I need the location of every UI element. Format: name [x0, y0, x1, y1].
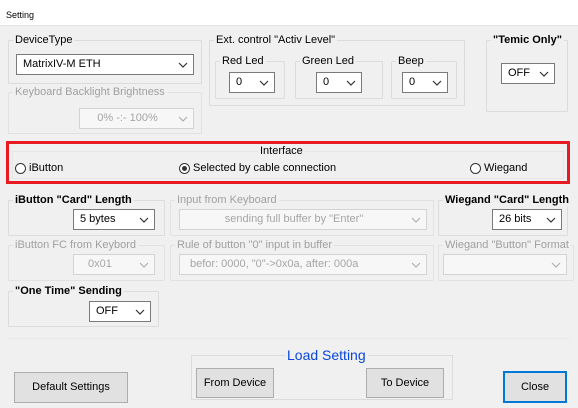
temic-select[interactable]: OFF — [501, 63, 555, 84]
input-keyboard-select[interactable]: sending full buffer by "Enter" — [179, 209, 427, 230]
ibutton-fc-label: iButton FC from Keybord — [13, 239, 139, 252]
wiegand-format-label: Wiegand "Button" Format — [443, 239, 571, 252]
green-led-select[interactable]: 0 — [316, 72, 362, 93]
load-setting-label: Load Setting — [285, 347, 368, 363]
beep-value: 0 — [409, 76, 416, 88]
chevron-down-icon — [134, 302, 146, 321]
chevron-down-icon — [550, 255, 562, 274]
device-type-value: MatrixIV-M ETH — [23, 58, 101, 70]
wiegand-length-group: Wiegand "Card" Length 26 bits — [438, 194, 571, 236]
chevron-down-icon — [410, 255, 422, 274]
radio-wiegand[interactable]: Wiegand — [470, 162, 527, 174]
wiegand-length-value: 26 bits — [499, 213, 532, 225]
radio-cable-label: Selected by cable connection — [193, 162, 337, 174]
chevron-down-icon — [538, 64, 550, 83]
temic-label: "Temic Only" — [491, 34, 564, 47]
input-keyboard-group: Input from Keyboard sending full buffer … — [170, 194, 434, 236]
ibutton-length-label: iButton "Card" Length — [13, 194, 134, 207]
chevron-down-icon — [410, 210, 422, 229]
ibutton-length-select[interactable]: 5 bytes — [73, 209, 155, 230]
rule-zero-group: Rule of button "0" input in buffer befor… — [170, 239, 434, 281]
temic-group: "Temic Only" OFF — [486, 34, 568, 112]
wiegand-format-group: Wiegand "Button" Format — [438, 239, 574, 281]
ext-control-label: Ext. control "Activ Level" — [214, 34, 338, 47]
ibutton-length-value: 5 bytes — [80, 213, 116, 225]
green-led-value: 0 — [323, 76, 330, 88]
rule-zero-value: befor: 0000, "0"->0x0a, after: 000a — [190, 258, 359, 270]
default-settings-button[interactable]: Default Settings — [14, 372, 128, 403]
backlight-group: Keyboard Backlight Brightness 0% -:- 100… — [8, 86, 202, 134]
wiegand-format-select[interactable] — [443, 254, 567, 275]
from-device-button[interactable]: From Device — [196, 368, 274, 398]
chevron-down-icon — [177, 55, 189, 74]
temic-value: OFF — [508, 67, 530, 79]
chevron-down-icon — [431, 73, 443, 92]
window-title: Setting — [0, 0, 578, 26]
chevron-down-icon — [138, 210, 150, 229]
radio-circle — [15, 162, 26, 174]
one-time-select[interactable]: OFF — [89, 301, 151, 322]
device-type-label: DeviceType — [13, 34, 75, 47]
one-time-label: "One Time" Sending — [13, 285, 124, 298]
to-device-button[interactable]: To Device — [366, 368, 444, 398]
backlight-select[interactable]: 0% -:- 100% — [79, 108, 194, 129]
ext-control-group: Ext. control "Activ Level" Red Led 0 Gre… — [209, 34, 465, 106]
one-time-value: OFF — [96, 305, 118, 317]
close-label: Close — [520, 380, 550, 393]
ibutton-fc-group: iButton FC from Keybord 0x01 — [8, 239, 165, 281]
to-device-label: To Device — [380, 376, 430, 389]
red-led-group: Red Led 0 — [215, 55, 285, 99]
separator-line — [8, 338, 570, 339]
ibutton-fc-value: 0x01 — [88, 258, 112, 270]
ibutton-length-group: iButton "Card" Length 5 bytes — [8, 194, 165, 236]
wiegand-length-select[interactable]: 26 bits — [492, 209, 562, 230]
close-button[interactable]: Close — [503, 371, 567, 403]
chevron-down-icon — [345, 73, 357, 92]
chevron-down-icon — [258, 73, 270, 92]
input-keyboard-value: sending full buffer by "Enter" — [224, 213, 364, 225]
input-keyboard-label: Input from Keyboard — [175, 194, 279, 207]
radio-cable-connection[interactable]: Selected by cable connection — [179, 162, 336, 174]
chevron-down-icon — [545, 210, 557, 229]
default-settings-label: Default Settings — [32, 381, 110, 393]
chevron-down-icon — [177, 109, 189, 128]
beep-group: Beep 0 — [391, 55, 457, 99]
one-time-group: "One Time" Sending OFF — [8, 285, 159, 327]
interface-label: Interface — [258, 145, 305, 158]
device-type-select[interactable]: MatrixIV-M ETH — [16, 54, 194, 75]
green-led-label: Green Led — [300, 55, 356, 68]
red-led-value: 0 — [236, 76, 243, 88]
red-led-select[interactable]: 0 — [229, 72, 275, 93]
rule-zero-select[interactable]: befor: 0000, "0"->0x0a, after: 000a — [179, 254, 427, 275]
device-type-group: DeviceType MatrixIV-M ETH — [8, 34, 202, 84]
from-device-label: From Device — [203, 376, 267, 389]
radio-circle — [470, 162, 481, 174]
red-led-label: Red Led — [220, 55, 266, 68]
backlight-value: 0% -:- 100% — [97, 112, 158, 124]
backlight-label: Keyboard Backlight Brightness — [13, 86, 167, 99]
beep-label: Beep — [396, 55, 426, 68]
radio-ibutton[interactable]: iButton — [15, 162, 63, 174]
radio-circle-selected — [179, 162, 190, 174]
rule-zero-label: Rule of button "0" input in buffer — [175, 239, 334, 252]
radio-ibutton-label: iButton — [29, 162, 64, 174]
green-led-group: Green Led 0 — [295, 55, 383, 99]
wiegand-length-label: Wiegand "Card" Length — [443, 194, 571, 207]
beep-select[interactable]: 0 — [402, 72, 448, 93]
ibutton-fc-select[interactable]: 0x01 — [73, 254, 155, 275]
radio-wiegand-label: Wiegand — [484, 162, 528, 174]
chevron-down-icon — [138, 255, 150, 274]
